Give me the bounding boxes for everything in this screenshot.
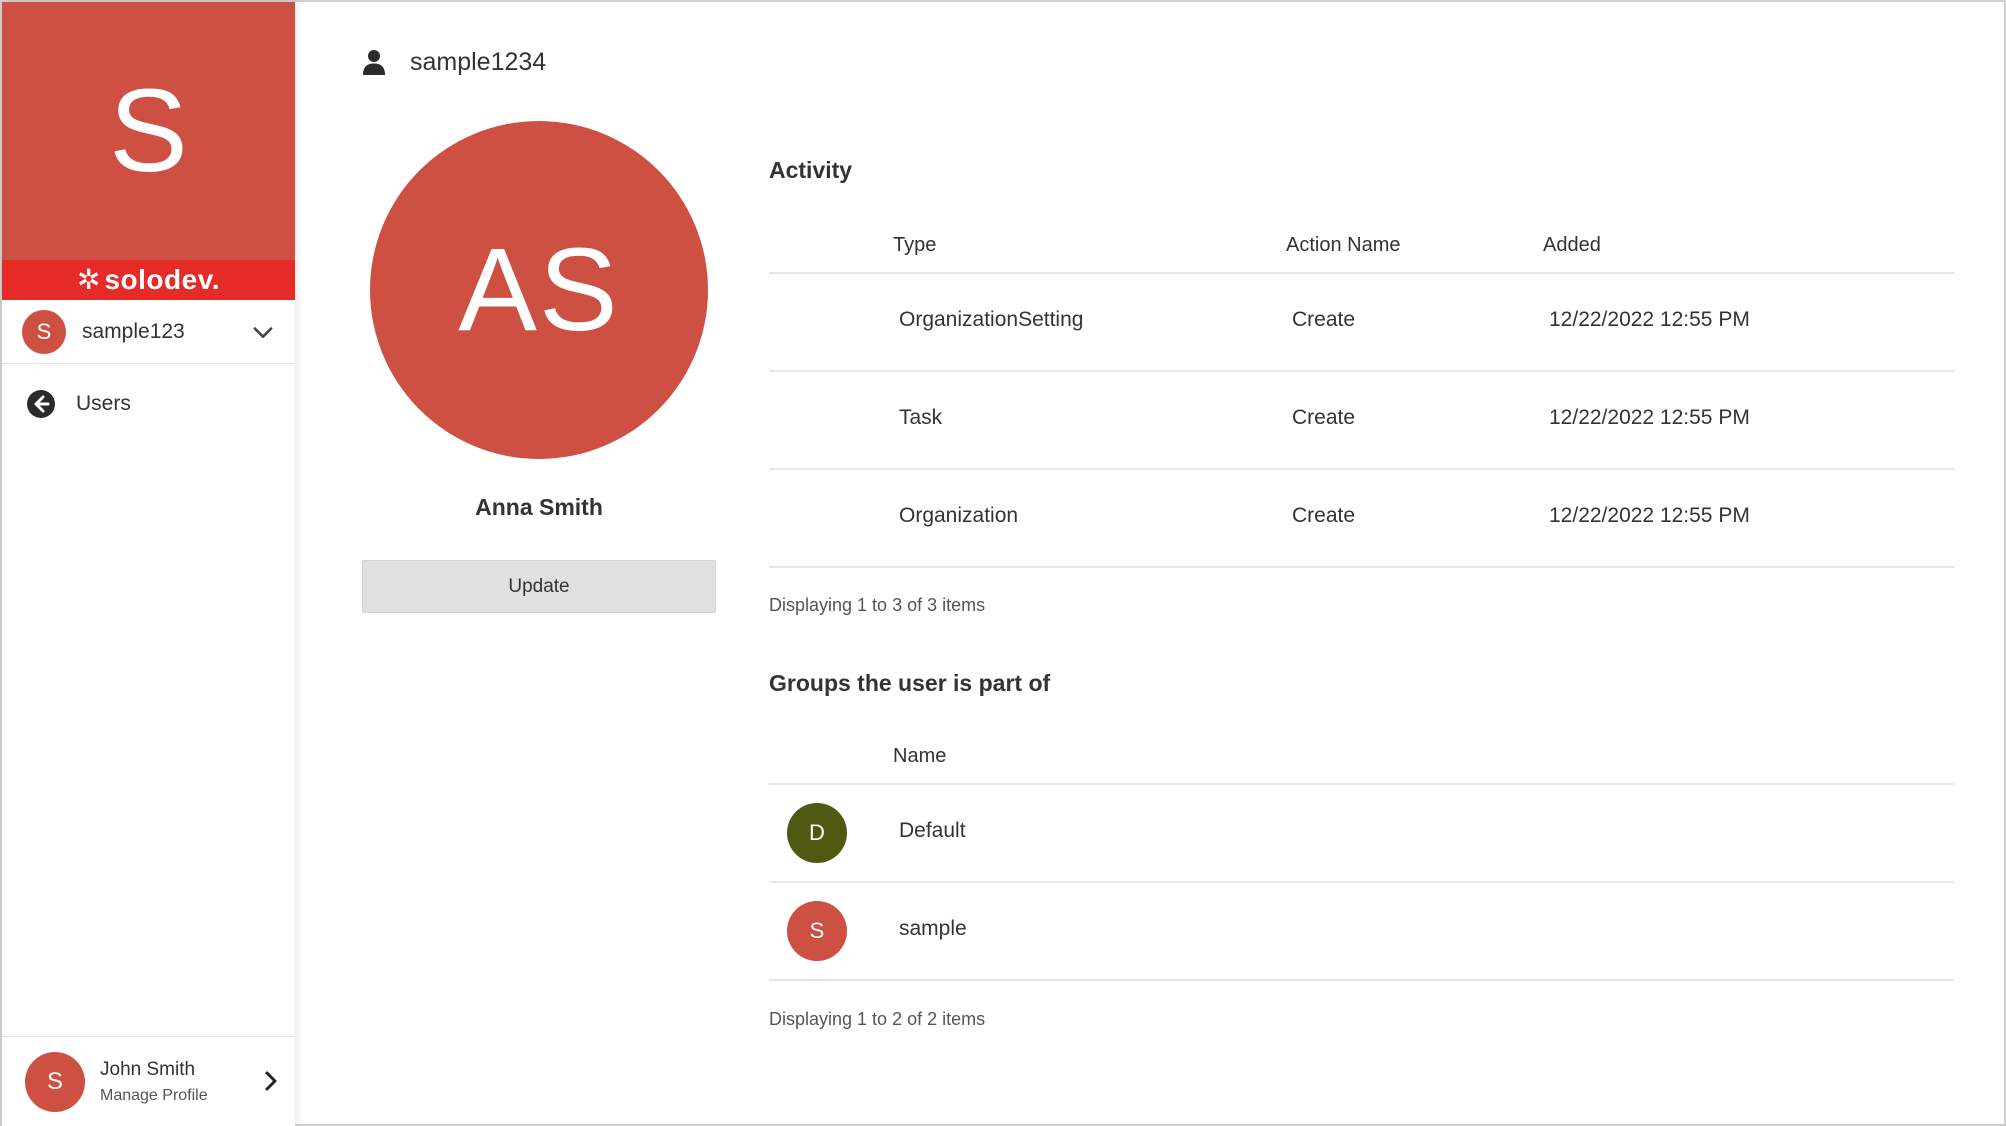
column-header-added[interactable]: Added — [1543, 234, 1601, 257]
brand-letter: S — [109, 65, 188, 197]
back-arrow-circle-icon — [27, 390, 55, 418]
org-avatar: S — [22, 309, 66, 354]
activity-title: Activity — [769, 157, 853, 183]
group-name: Default — [899, 819, 966, 842]
group-avatar: D — [787, 803, 847, 863]
activity-type: OrganizationSetting — [899, 308, 1084, 331]
activity-grid-header: Type Action Name Added — [769, 224, 1954, 274]
table-row[interactable]: S sample — [769, 883, 1954, 981]
org-name: sample123 — [82, 319, 185, 343]
table-row[interactable]: Task Create 12/22/2022 12:55 PM — [769, 372, 1954, 470]
user-icon — [363, 50, 385, 75]
table-row[interactable]: Organization Create 12/22/2022 12:55 PM — [769, 470, 1954, 568]
user-avatar: AS — [370, 121, 708, 459]
activity-type: Task — [899, 406, 943, 429]
activity-added: 12/22/2022 12:55 PM — [1549, 406, 1750, 429]
activity-type: Organization — [899, 504, 1019, 527]
solodev-logo-icon: ✲ — [77, 264, 101, 295]
profile-name: John Smith — [100, 1058, 196, 1080]
sidebar-item-users[interactable]: Users — [2, 378, 295, 430]
update-button[interactable]: Update — [362, 560, 716, 613]
manage-profile-link[interactable]: S John Smith Manage Profile — [2, 1036, 295, 1126]
groups-grid-header: Name — [769, 735, 1954, 785]
column-header-type[interactable]: Type — [893, 234, 936, 257]
groups-title: Groups the user is part of — [769, 670, 1051, 696]
activity-pager-info: Displaying 1 to 3 of 3 items — [769, 595, 986, 615]
table-row[interactable]: D Default — [769, 785, 1954, 883]
group-name: sample — [899, 917, 967, 940]
chevron-right-icon — [265, 1071, 277, 1091]
profile-subtitle: Manage Profile — [100, 1086, 208, 1104]
page-header: sample1234 — [360, 42, 546, 82]
column-header-action-name[interactable]: Action Name — [1286, 234, 1401, 257]
user-full-name: Anna Smith — [475, 494, 603, 520]
logo-text: solodev. — [104, 264, 220, 295]
activity-added: 12/22/2022 12:55 PM — [1549, 308, 1750, 331]
profile-avatar: S — [25, 1051, 85, 1112]
page-title: sample1234 — [410, 47, 547, 76]
column-header-name[interactable]: Name — [893, 745, 946, 768]
table-row[interactable]: OrganizationSetting Create 12/22/2022 12… — [769, 274, 1954, 372]
sidebar: S ✲ solodev. S sample123 Users S John Sm… — [2, 2, 295, 1126]
activity-action: Create — [1292, 504, 1356, 527]
activity-action: Create — [1292, 406, 1356, 429]
groups-grid: Name D Default S sample — [769, 735, 1954, 981]
chevron-down-icon[interactable] — [249, 318, 277, 346]
groups-pager-info: Displaying 1 to 2 of 2 items — [769, 1009, 986, 1029]
group-avatar: S — [787, 901, 847, 961]
sidebar-item-label: Users — [76, 392, 131, 415]
activity-added: 12/22/2022 12:55 PM — [1549, 504, 1750, 527]
activity-action: Create — [1292, 308, 1356, 331]
profile-text: John Smith Manage Profile — [100, 1059, 208, 1105]
org-switcher[interactable]: S sample123 — [2, 300, 295, 364]
activity-grid: Type Action Name Added OrganizationSetti… — [769, 224, 1954, 568]
solodev-logo[interactable]: ✲ solodev. — [2, 260, 295, 300]
brand-block: S — [2, 2, 295, 260]
